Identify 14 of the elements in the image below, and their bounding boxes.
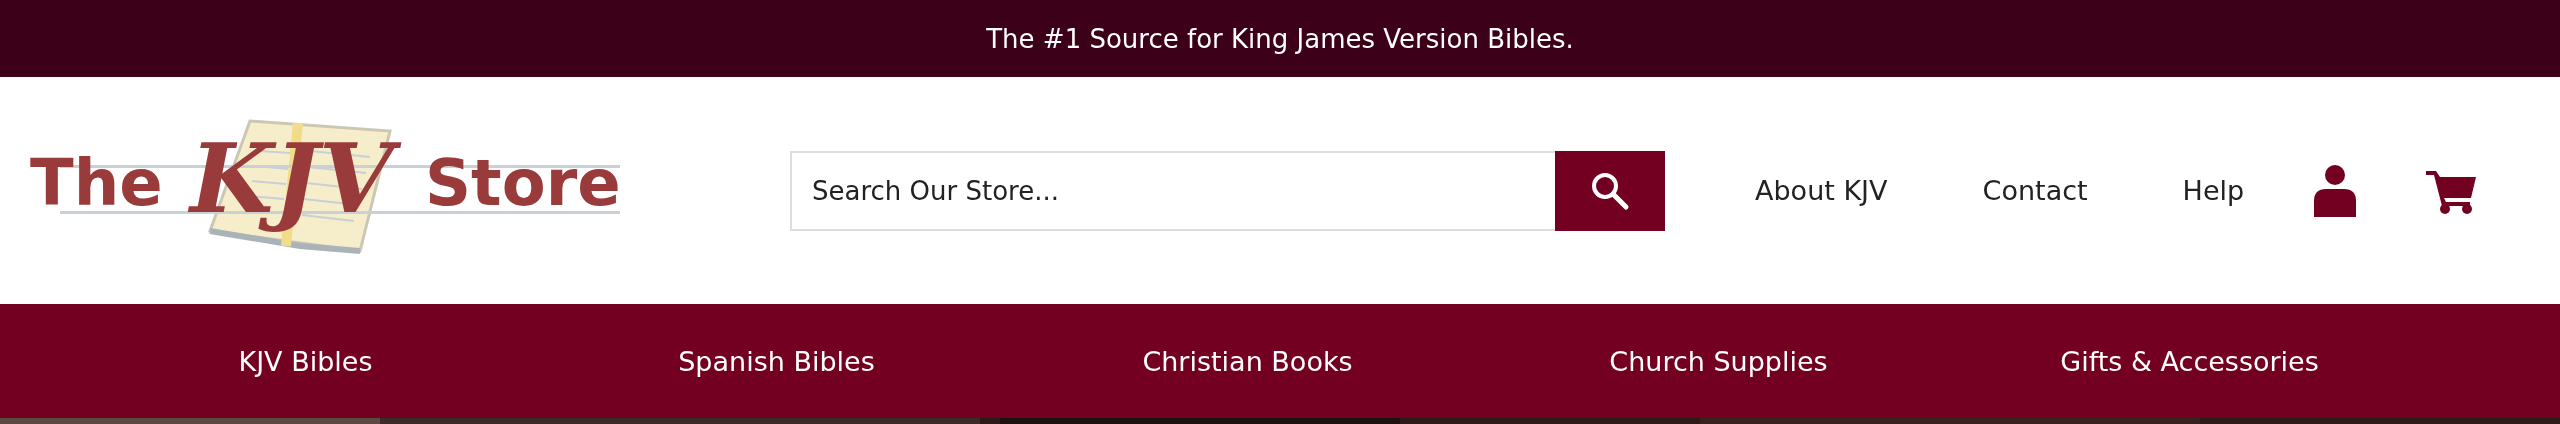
account-icon[interactable] [2314,164,2357,217]
category-link[interactable]: Spanish Bibles [541,345,1012,377]
header-link[interactable]: Contact [1982,175,2088,206]
search-button[interactable] [1555,150,1665,231]
category-link[interactable]: Christian Books [1012,345,1483,377]
category-link[interactable]: Gifts & Accessories [1954,345,2425,377]
announcement-text: The #1 Source for King James Version Bibles. [986,23,1574,54]
header-link[interactable]: Help [2182,175,2245,206]
search-icon [1590,170,1630,211]
store-logo[interactable]: The KJV Store [20,100,630,281]
category-link[interactable]: KJV Bibles [70,345,541,377]
search-field[interactable]: Search Our Store... [790,150,1555,231]
category-link[interactable]: Church Supplies [1483,345,1954,377]
header-link[interactable]: About KJV [1755,175,1888,206]
